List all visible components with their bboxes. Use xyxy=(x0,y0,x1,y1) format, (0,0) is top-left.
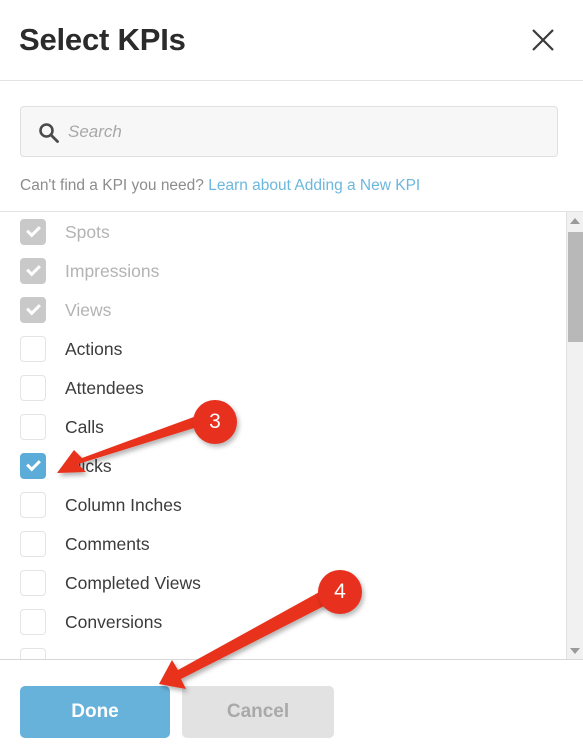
chevron-down-icon[interactable] xyxy=(567,642,583,659)
search-icon xyxy=(38,122,59,143)
list-scrollbar[interactable] xyxy=(566,212,583,659)
kpi-row[interactable]: Clicks xyxy=(0,446,566,485)
helper-text-row: Can't find a KPI you need? Learn about A… xyxy=(20,176,420,196)
page-title: Select KPIs xyxy=(19,22,186,57)
kpi-row: Impressions xyxy=(0,251,566,290)
check-icon xyxy=(26,261,41,276)
kpi-checkbox xyxy=(20,257,46,284)
scrollbar-thumb[interactable] xyxy=(568,232,583,342)
cancel-button: Cancel xyxy=(182,686,334,738)
kpi-list-region: Spots Impressions Views Actions Attendees Cal… xyxy=(0,211,583,660)
kpi-label: Column Inches xyxy=(65,494,182,515)
kpi-label: Attendees xyxy=(65,377,144,398)
add-new-kpi-link[interactable]: Learn about Adding a New KPI xyxy=(208,177,420,194)
kpi-checkbox[interactable] xyxy=(20,647,46,659)
dialog-header: Select KPIs xyxy=(0,0,583,81)
search-input[interactable] xyxy=(68,107,548,156)
search-box[interactable] xyxy=(20,106,558,157)
kpi-checkbox[interactable] xyxy=(20,335,46,362)
kpi-checkbox[interactable] xyxy=(20,569,46,596)
kpi-checkbox[interactable] xyxy=(20,413,46,440)
kpi-row[interactable]: Calls xyxy=(0,407,566,446)
kpi-checkbox[interactable] xyxy=(20,452,46,479)
chevron-up-icon[interactable] xyxy=(567,212,583,229)
kpi-label: Comments xyxy=(65,533,150,554)
select-kpis-dialog: Select KPIs Can't find a KPI you need? L… xyxy=(0,0,583,753)
check-icon xyxy=(26,456,41,471)
kpi-label: Spots xyxy=(65,221,110,242)
kpi-label: Calls xyxy=(65,416,104,437)
kpi-checkbox xyxy=(20,296,46,323)
kpi-row[interactable]: Column Inches xyxy=(0,485,566,524)
done-button[interactable]: Done xyxy=(20,686,170,738)
kpi-row[interactable]: Completed Views xyxy=(0,563,566,602)
kpi-row[interactable] xyxy=(0,641,566,659)
kpi-checkbox[interactable] xyxy=(20,608,46,635)
kpi-checkbox[interactable] xyxy=(20,491,46,518)
kpi-label: Completed Views xyxy=(65,572,201,593)
helper-text: Can't find a KPI you need? xyxy=(20,177,204,194)
kpi-row[interactable]: Actions xyxy=(0,329,566,368)
check-icon xyxy=(26,222,41,237)
kpi-label: Impressions xyxy=(65,260,160,281)
kpi-checkbox[interactable] xyxy=(20,530,46,557)
kpi-label: Clicks xyxy=(65,455,112,476)
kpi-list[interactable]: Spots Impressions Views Actions Attendees Cal… xyxy=(0,212,566,659)
check-icon xyxy=(26,300,41,315)
kpi-row[interactable]: Comments xyxy=(0,524,566,563)
kpi-checkbox[interactable] xyxy=(20,374,46,401)
kpi-row[interactable]: Attendees xyxy=(0,368,566,407)
kpi-row: Spots xyxy=(0,212,566,251)
kpi-row: Views xyxy=(0,290,566,329)
close-icon[interactable] xyxy=(525,22,561,58)
kpi-label: Actions xyxy=(65,338,123,359)
dialog-footer: Done Cancel xyxy=(0,661,583,753)
kpi-label: Views xyxy=(65,299,112,320)
kpi-row[interactable]: Conversions xyxy=(0,602,566,641)
kpi-label: Conversions xyxy=(65,611,163,632)
kpi-checkbox xyxy=(20,218,46,245)
